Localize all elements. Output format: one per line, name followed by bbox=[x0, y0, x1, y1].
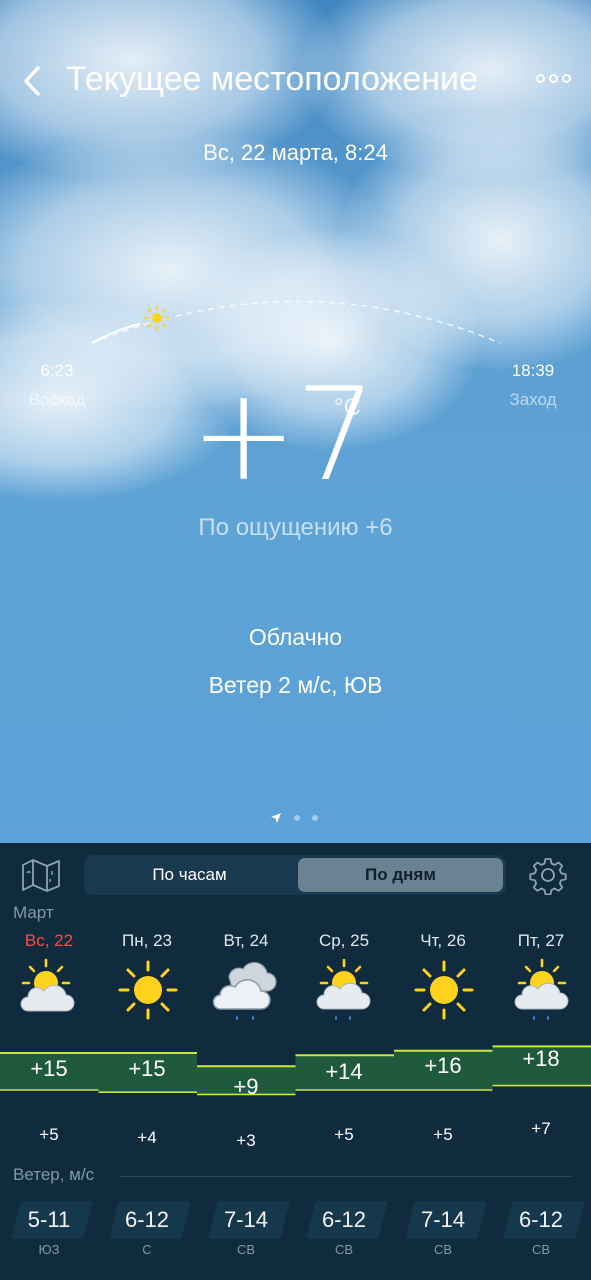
wind-speed: 7-14 bbox=[223, 1207, 269, 1232]
day-column[interactable]: Вт, 24 bbox=[197, 931, 295, 951]
map-icon bbox=[22, 859, 60, 892]
feels-like: По ощущению +6 bbox=[198, 514, 393, 541]
min-temp: +5 bbox=[39, 1125, 59, 1144]
date-time: Вс, 22 марта, 8:24 bbox=[203, 140, 388, 165]
sun-path-arc bbox=[91, 300, 501, 344]
divider bbox=[120, 1176, 572, 1177]
wind-speed: 6-12 bbox=[124, 1207, 170, 1232]
current-wind: Ветер 2 м/с, ЮВ bbox=[208, 672, 383, 698]
partly-cloudy-rain-icon bbox=[316, 958, 371, 1020]
max-temp: +18 bbox=[522, 1046, 560, 1071]
wind-direction: СВ bbox=[334, 1242, 354, 1257]
max-temp: +16 bbox=[424, 1053, 462, 1078]
sunrise-time: 6:23 bbox=[40, 361, 74, 380]
gear-icon bbox=[529, 858, 567, 896]
max-temp: +14 bbox=[325, 1059, 363, 1084]
page-dot bbox=[312, 815, 318, 821]
sunny-icon bbox=[118, 960, 178, 1020]
page-dot bbox=[294, 815, 300, 821]
more-dot-icon bbox=[562, 73, 571, 83]
day-name: Вс, 22 bbox=[24, 931, 74, 950]
wind-speed: 5-11 bbox=[27, 1207, 71, 1232]
more-dot-icon bbox=[536, 73, 545, 83]
settings-button[interactable] bbox=[528, 855, 568, 896]
wind-speed: 6-12 bbox=[518, 1207, 564, 1232]
wind-cell: 6-12 СВ bbox=[295, 1207, 393, 1257]
day-name: Ср, 25 bbox=[318, 931, 370, 950]
day-name: Вт, 24 bbox=[223, 931, 269, 950]
min-temp: +5 bbox=[433, 1125, 453, 1144]
more-dot-icon bbox=[549, 73, 558, 83]
wind-cell: 7-14 СВ bbox=[394, 1207, 492, 1257]
day-column[interactable]: Пт, 27 bbox=[492, 931, 590, 951]
wind-direction: ЮЗ bbox=[38, 1242, 60, 1257]
max-temp: +9 bbox=[233, 1074, 259, 1099]
min-temp: +7 bbox=[531, 1119, 551, 1138]
wind-cell: 5-11 ЮЗ bbox=[0, 1207, 98, 1257]
map-button[interactable] bbox=[20, 857, 62, 893]
wind-cell: 6-12 С bbox=[98, 1207, 196, 1257]
location-arrow-icon bbox=[271, 813, 281, 823]
partly-cloudy-rain-icon bbox=[514, 958, 569, 1020]
sun-icon bbox=[144, 305, 170, 331]
wind-cell: 7-14 СВ bbox=[197, 1207, 295, 1257]
min-temp: +4 bbox=[137, 1128, 157, 1147]
day-column[interactable]: Чт, 26 bbox=[394, 931, 492, 951]
day-name: Пн, 23 bbox=[122, 931, 172, 950]
wind-direction: С bbox=[142, 1242, 152, 1257]
wind-direction: СВ bbox=[433, 1242, 453, 1257]
forecast-panel: По часам По дням Март Вс, 22 Пн, 23 Вт, … bbox=[0, 843, 591, 1280]
chevron-left-icon bbox=[24, 66, 40, 96]
month-label: Март bbox=[13, 903, 54, 922]
top-bar: Текущее местоположение bbox=[0, 56, 591, 106]
min-temp: +5 bbox=[334, 1125, 354, 1144]
wind-speed: 6-12 bbox=[321, 1207, 367, 1232]
cloudy-rain-icon bbox=[212, 961, 277, 1020]
max-temp: +15 bbox=[128, 1056, 166, 1081]
weather-condition: Облачно bbox=[248, 624, 343, 650]
day-column[interactable]: Вс, 22 bbox=[0, 931, 98, 951]
sunset-time: 18:39 bbox=[511, 361, 555, 380]
sunset-label: Заход bbox=[509, 390, 557, 409]
wind-direction: СВ bbox=[531, 1242, 551, 1257]
page-title: Текущее местоположение bbox=[66, 60, 478, 98]
tab-hourly[interactable]: По часам bbox=[87, 858, 292, 892]
partly-cloudy-icon bbox=[20, 958, 75, 1012]
min-temp: +3 bbox=[236, 1131, 256, 1150]
temperature-unit: °C bbox=[334, 394, 361, 421]
sunrise-label: Восход bbox=[28, 390, 86, 409]
wind-direction: СВ bbox=[236, 1242, 256, 1257]
day-column[interactable]: Пн, 23 bbox=[98, 931, 196, 951]
max-temp: +15 bbox=[30, 1056, 68, 1081]
day-column[interactable]: Ср, 25 bbox=[295, 931, 393, 951]
back-button[interactable] bbox=[18, 62, 48, 100]
wind-section-label: Ветер, м/с bbox=[13, 1165, 95, 1184]
tab-daily[interactable]: По дням bbox=[298, 858, 503, 892]
current-temperature: +7 bbox=[190, 361, 377, 510]
page-indicator[interactable] bbox=[270, 812, 318, 824]
wind-speed: 7-14 bbox=[420, 1207, 466, 1232]
view-toggle: По часам По дням bbox=[84, 855, 506, 895]
wind-cell: 6-12 СВ bbox=[492, 1207, 590, 1257]
day-name: Чт, 26 bbox=[420, 931, 466, 950]
sunny-icon bbox=[414, 960, 474, 1020]
more-button[interactable] bbox=[536, 70, 580, 86]
day-name: Пт, 27 bbox=[517, 931, 565, 950]
